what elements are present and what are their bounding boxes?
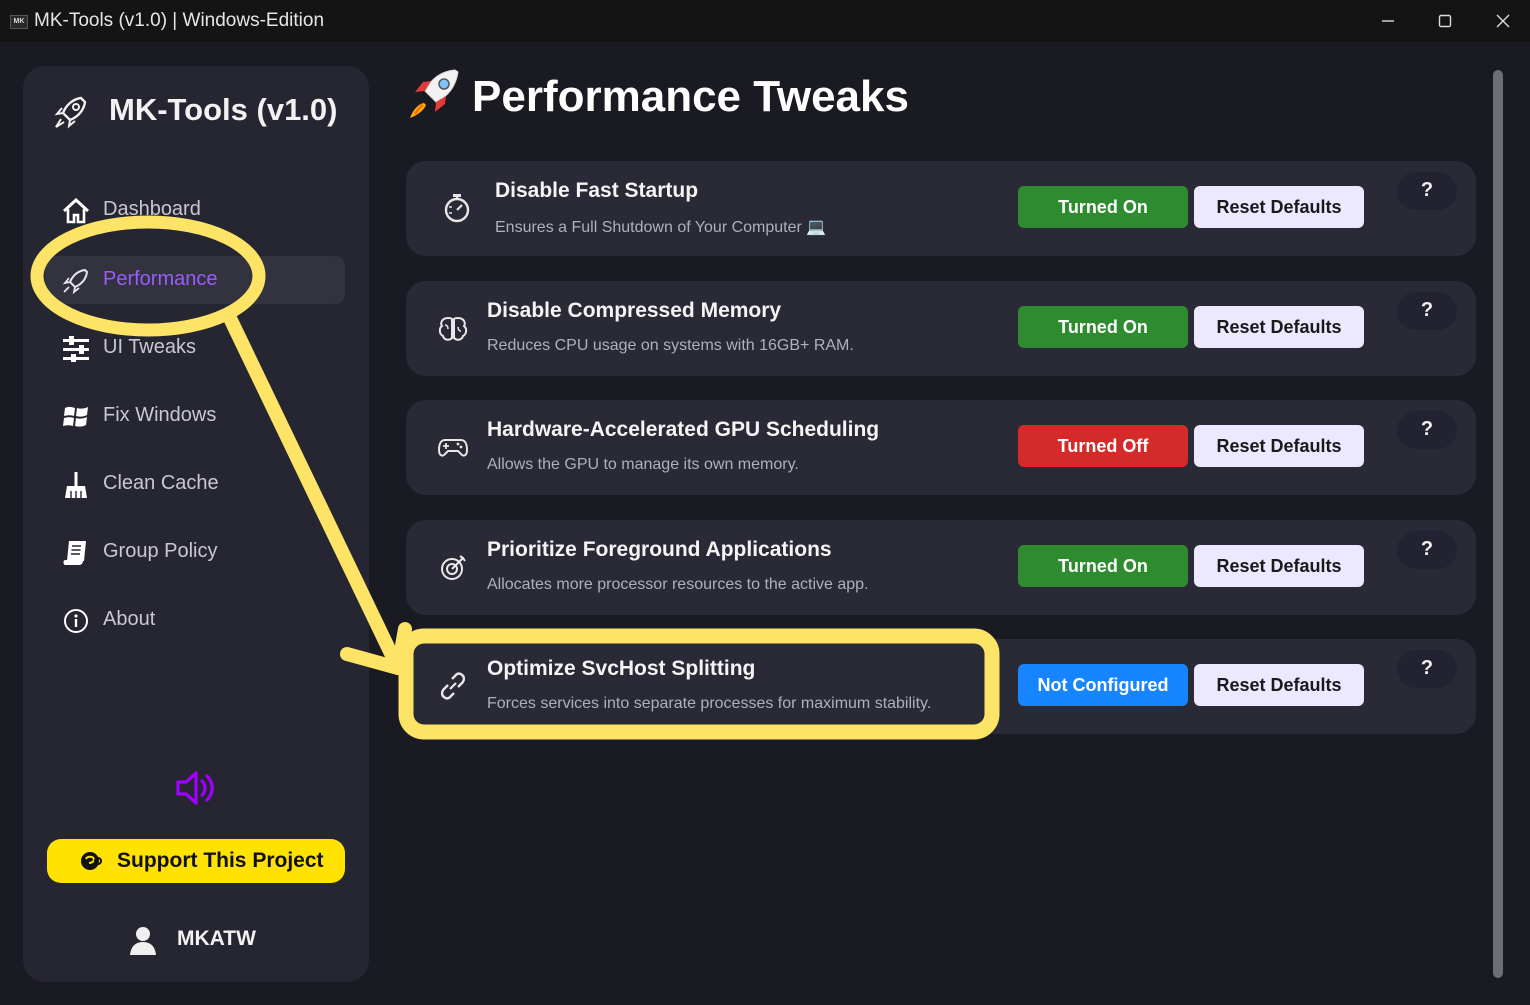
tweak-card-compressed-memory: Disable Compressed Memory Reduces CPU us… [406,281,1476,376]
help-button[interactable]: ? [1397,411,1457,449]
gamepad-icon [437,439,469,457]
rocket-icon [62,268,89,294]
rocket-icon [410,69,459,118]
home-icon [62,198,90,224]
minimize-icon [1382,20,1394,22]
sidebar-item-dashboard[interactable]: Dashboard [45,186,345,234]
sidebar-item-about[interactable]: About [45,596,345,644]
stopwatch-icon [444,194,470,223]
coffee-icon [81,852,102,870]
sidebar: MK-Tools (v1.0) Dashboard Performance UI [23,66,369,982]
close-icon [1496,14,1510,28]
minimize-button[interactable] [1365,6,1411,36]
toggle-status-button[interactable]: Turned On [1018,306,1188,348]
toggle-status-button[interactable]: Turned On [1018,545,1188,587]
tweak-title: Prioritize Foreground Applications [487,538,832,561]
tweak-description: Allocates more processor resources to th… [487,576,869,593]
link-icon [440,672,466,700]
toggle-status-button[interactable]: Turned Off [1018,425,1188,467]
sidebar-item-fix-windows[interactable]: Fix Windows [45,392,345,440]
reset-defaults-button[interactable]: Reset Defaults [1194,425,1364,467]
sidebar-item-clean-cache[interactable]: Clean Cache [45,460,345,508]
help-button[interactable]: ? [1397,650,1457,688]
sidebar-item-performance[interactable]: Performance [45,256,345,304]
tweak-title: Optimize SvcHost Splitting [487,657,756,680]
toggle-status-button[interactable]: Turned On [1018,186,1188,228]
brain-icon [438,316,468,341]
info-icon [64,609,88,633]
sidebar-item-group-policy[interactable]: Group Policy [45,528,345,576]
brand-title: MK-Tools (v1.0) [109,92,338,127]
reset-defaults-button[interactable]: Reset Defaults [1194,545,1364,587]
maximize-icon [1438,14,1452,28]
tweak-description: Reduces CPU usage on systems with 16GB+ … [487,337,854,354]
tweak-title: Disable Compressed Memory [487,299,782,322]
target-icon [441,555,466,580]
app-icon: MK [10,15,28,29]
support-project-button[interactable]: Support This Project [47,839,345,883]
sliders-icon [63,336,89,362]
reset-defaults-button[interactable]: Reset Defaults [1194,664,1364,706]
sidebar-item-label: Performance [103,268,218,290]
tweak-title: Disable Fast Startup [495,179,699,202]
close-button[interactable] [1480,6,1526,36]
help-button[interactable]: ? [1397,292,1457,330]
windows-logo-icon [63,406,88,427]
broom-icon [65,472,87,498]
reset-defaults-button[interactable]: Reset Defaults [1194,306,1364,348]
tweak-description: Forces services into separate processes … [487,695,932,712]
tweak-card-gpu-scheduling: Hardware-Accelerated GPU Scheduling Allo… [406,400,1476,495]
page-title: Performance Tweaks [472,72,909,121]
tweak-title: Hardware-Accelerated GPU Scheduling [487,418,880,441]
user-name: MKATW [177,927,256,950]
title-bar: MK MK-Tools (v1.0) | Windows-Edition [0,0,1530,42]
sidebar-item-label: Group Policy [103,540,218,562]
tweak-card-fast-startup: Disable Fast Startup Ensures a Full Shut… [406,161,1476,256]
sidebar-item-label: Clean Cache [103,472,219,494]
vertical-scrollbar[interactable] [1493,70,1503,978]
tweak-card-foreground-apps: Prioritize Foreground Applications Alloc… [406,520,1476,615]
tweak-description: Ensures a Full Shutdown of Your Computer… [495,219,827,236]
sidebar-item-ui-tweaks[interactable]: UI Tweaks [45,324,345,372]
help-button[interactable]: ? [1397,531,1457,569]
support-label: Support This Project [117,849,324,872]
reset-defaults-button[interactable]: Reset Defaults [1194,186,1364,228]
app-window: MK MK-Tools (v1.0) | Windows-Edition MK-… [0,0,1530,1005]
window-title: MK-Tools (v1.0) | Windows-Edition [34,10,325,31]
sidebar-item-label: Dashboard [103,198,201,220]
maximize-button[interactable] [1422,6,1468,36]
tweak-card-svchost-splitting: Optimize SvcHost Splitting Forces servic… [406,639,1476,734]
help-button[interactable]: ? [1397,172,1457,210]
user-icon [130,927,156,955]
scroll-icon [63,541,86,565]
sidebar-item-label: UI Tweaks [103,336,196,358]
speaker-icon[interactable] [174,766,218,810]
tweak-description: Allows the GPU to manage its own memory. [487,456,799,473]
toggle-status-button[interactable]: Not Configured [1018,664,1188,706]
sidebar-item-label: Fix Windows [103,404,217,426]
rocket-icon [54,96,87,129]
sidebar-item-label: About [103,608,156,630]
